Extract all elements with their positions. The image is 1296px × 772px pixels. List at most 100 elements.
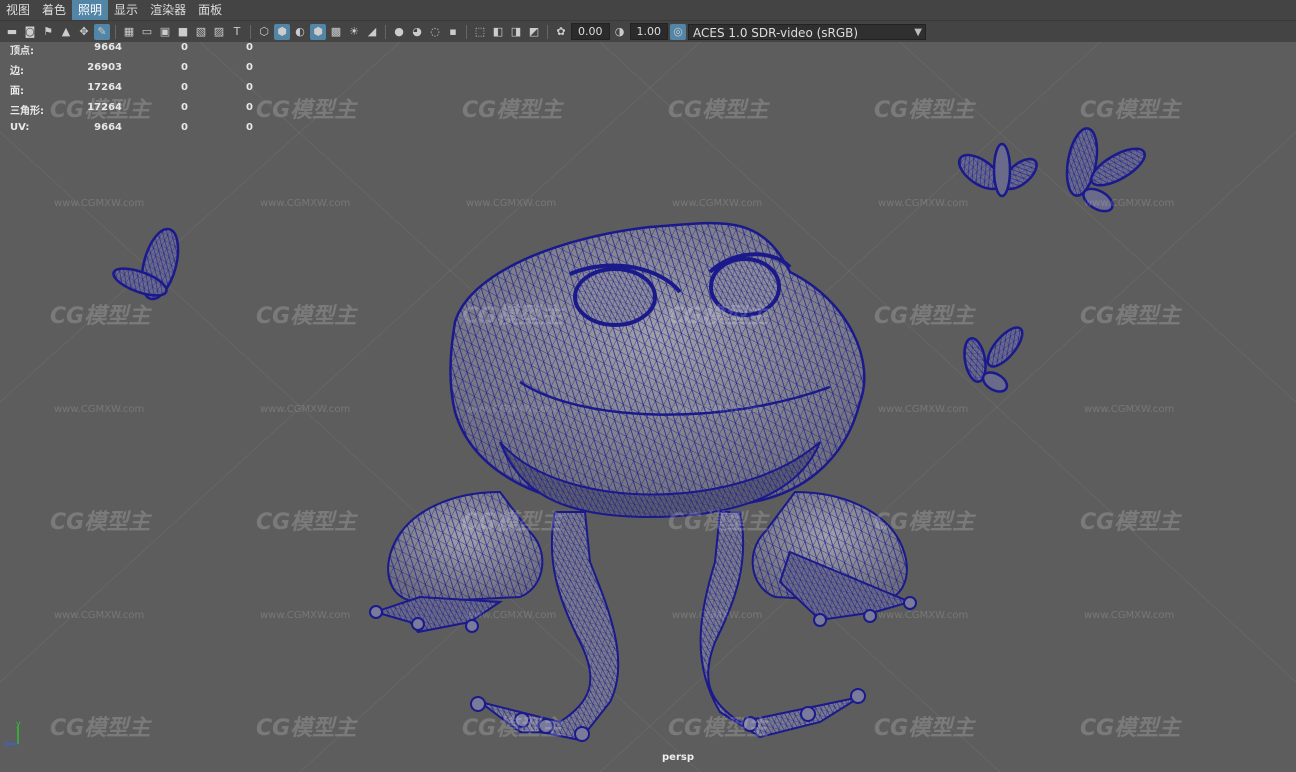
watermark-url: www.CGMXW.com [260,404,351,415]
watermark-logo: CG模型主 [462,510,563,535]
menu-show[interactable]: 显示 [108,0,144,20]
watermark-url: www.CGMXW.com [878,404,969,415]
frog-body [449,221,866,519]
default-material-icon[interactable]: ◐ [292,24,308,40]
hud-row-faces: 面: 17264 0 0 [8,82,268,102]
fly-model-top-1 [957,142,1038,198]
watermark-url: www.CGMXW.com [878,610,969,621]
shadows-icon[interactable]: ◢ [364,24,380,40]
exposure-field[interactable]: 0.00 [571,23,610,40]
motion-blur-icon[interactable]: ◕ [409,24,425,40]
watermark-logo: CG模型主 [256,98,357,123]
hud-value: 17264 [87,82,122,93]
watermark-url: www.CGMXW.com [1084,198,1175,209]
wireframe-on-shaded-icon[interactable]: ⬢ [310,23,326,40]
safe-action-icon[interactable]: ▨ [211,24,227,40]
wireframe-icon[interactable]: ⬡ [256,24,272,40]
grid-icon[interactable]: ▦ [121,24,137,40]
grease-pencil-icon[interactable]: ✎ [94,23,110,40]
field-chart-icon[interactable]: ▧ [193,24,209,40]
hud-value: 0 [246,42,253,53]
bookmark-icon[interactable]: ⚑ [40,24,56,40]
watermark-logo: CG模型主 [462,716,563,741]
lights-icon[interactable]: ☀ [346,24,362,40]
image-plane-icon[interactable]: ▲ [58,24,74,40]
hud-value: 0 [181,42,188,53]
film-gate-icon[interactable]: ▭ [139,24,155,40]
camera-name-label: persp [662,752,694,763]
xray-components-icon[interactable]: ◩ [526,24,542,40]
color-management-icon[interactable]: ◎ [670,23,686,40]
anti-aliasing-icon[interactable]: ◌ [427,24,443,40]
hud-label: 边: [10,66,24,77]
hud-value: 0 [181,62,188,73]
hud-value: 9664 [94,42,122,53]
textured-icon[interactable]: ▩ [328,24,344,40]
watermark-logo: CG模型主 [874,98,975,123]
hud-value: 0 [246,102,253,113]
fly-model-mid [963,326,1024,393]
chevron-down-icon: ▼ [914,26,922,38]
exposure-icon[interactable]: ✿ [553,24,569,40]
view-axis-gizmo: y z [4,718,34,752]
watermark-logo: CG模型主 [1080,510,1181,535]
hud-value: 0 [181,102,188,113]
watermark-url: www.CGMXW.com [1084,610,1175,621]
menu-bar: 视图 着色 照明 显示 渲染器 面板 [0,0,1296,20]
gamma-field[interactable]: 1.00 [629,23,668,40]
xray-icon[interactable]: ◧ [490,24,506,40]
hud-row-triangles: 三角形: 17264 0 0 [8,102,268,122]
menu-lighting[interactable]: 照明 [72,0,109,20]
watermark-logo: CG模型主 [50,716,151,741]
hud-label: 面: [10,86,24,97]
panel-toolbar: ▬ ◙ ⚑ ▲ ✥ ✎ ▦ ▭ ▣ ■ ▧ ▨ T ⬡ ⬢ ◐ ⬢ ▩ ☀ ◢ … [0,20,1296,42]
watermark-logo: CG模型主 [1080,716,1181,741]
watermark-url: www.CGMXW.com [54,198,145,209]
viewport-persp[interactable]: CG模型主 www.CGMXW.com CG模型主 www.CGMXW.com CG模型… [0,42,1296,772]
menu-view[interactable]: 视图 [0,0,36,20]
watermark-logo: CG模型主 [668,98,769,123]
watermark-logo: CG模型主 [1080,304,1181,329]
menu-shading[interactable]: 着色 [36,0,72,20]
ambient-occlusion-icon[interactable]: ● [391,24,407,40]
safe-title-icon[interactable]: T [229,24,245,40]
watermark-logo: CG模型主 [1080,98,1181,123]
watermark-logo: CG模型主 [462,304,563,329]
watermark-url: www.CGMXW.com [878,198,969,209]
hud-value: 9664 [94,122,122,133]
xray-joints-icon[interactable]: ◨ [508,24,524,40]
camera-attributes-icon[interactable]: ◙ [22,24,38,40]
watermark-url: www.CGMXW.com [1084,404,1175,415]
hud-row-vertices: 顶点: 9664 0 0 [8,42,268,62]
hud-row-edges: 边: 26903 0 0 [8,62,268,82]
view-transform-dropdown[interactable]: ACES 1.0 SDR-video (sRGB) ▼ [688,23,926,40]
resolution-gate-icon[interactable]: ▣ [157,24,173,40]
hud-label: UV: [10,122,30,133]
depth-of-field-icon[interactable]: ▪ [445,24,461,40]
menu-panels[interactable]: 面板 [192,0,228,20]
hud-label: 三角形: [10,106,44,117]
watermark-url: www.CGMXW.com [54,610,145,621]
watermark-url: www.CGMXW.com [54,404,145,415]
camera-select-icon[interactable]: ▬ [4,24,20,40]
watermark-logo: CG模型主 [874,304,975,329]
watermark-url: www.CGMXW.com [466,404,557,415]
axis-y-label: y [16,719,21,728]
menu-renderer[interactable]: 渲染器 [144,0,192,20]
smooth-shade-icon[interactable]: ⬢ [274,23,290,40]
hud-row-uvs: UV: 9664 0 0 [8,122,268,142]
hud-value: 0 [181,122,188,133]
watermark-url: www.CGMXW.com [672,198,763,209]
watermark-logo: CG模型主 [668,304,769,329]
watermark-logo: CG模型主 [256,510,357,535]
gamma-icon[interactable]: ◑ [612,24,628,40]
two-d-pan-icon[interactable]: ✥ [76,24,92,40]
hud-value: 0 [246,62,253,73]
watermark-url: www.CGMXW.com [466,198,557,209]
watermark-logo: CG模型主 [256,716,357,741]
hud-value: 0 [181,82,188,93]
gate-mask-icon[interactable]: ■ [175,24,191,40]
watermark-logo: CG模型主 [50,510,151,535]
isolate-select-icon[interactable]: ⬚ [472,24,488,40]
watermark-url: www.CGMXW.com [672,610,763,621]
